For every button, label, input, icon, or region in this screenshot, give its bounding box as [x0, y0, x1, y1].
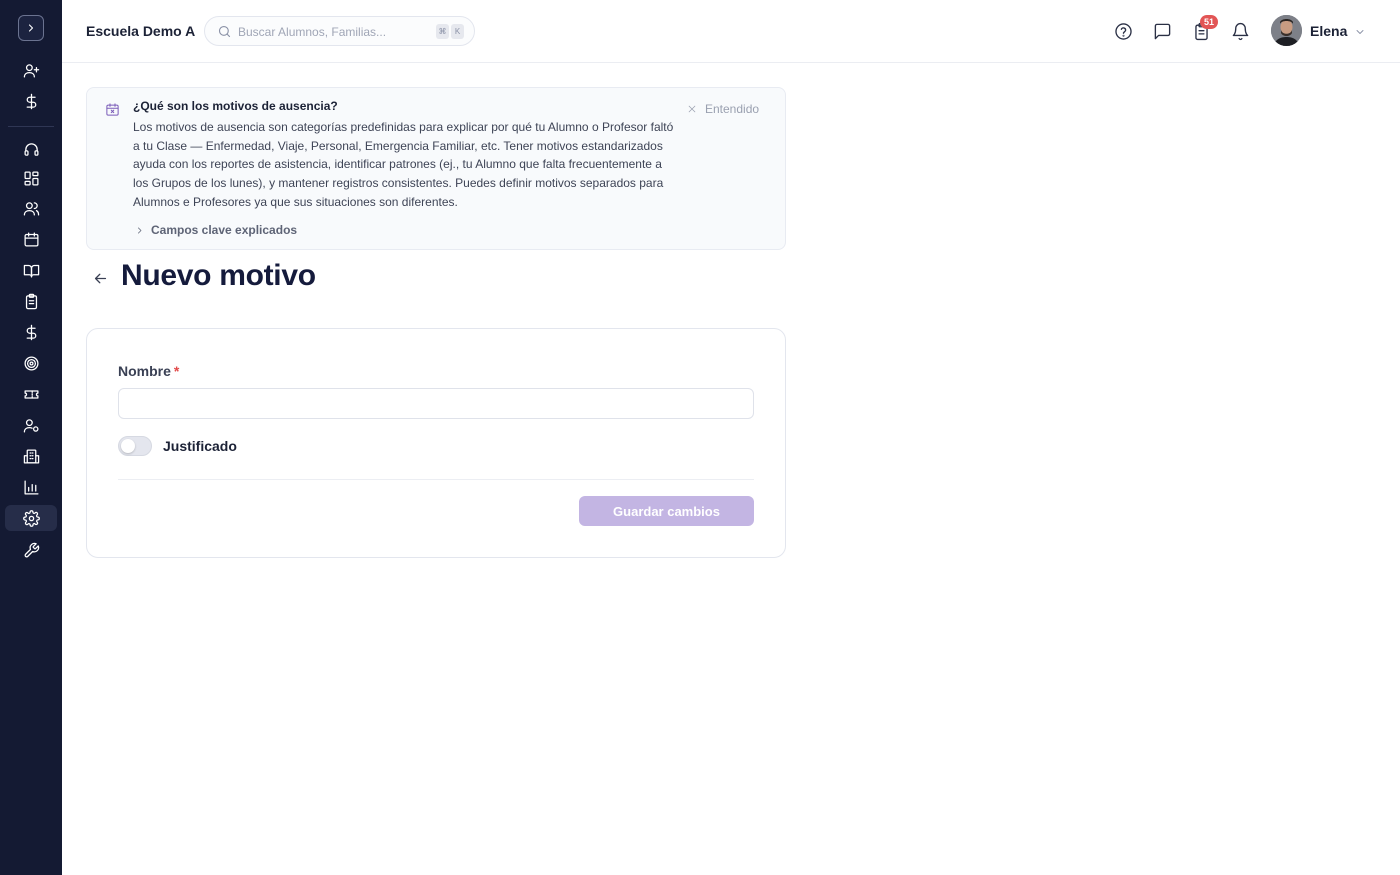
dismiss-banner-button[interactable]: Entendido [687, 102, 759, 116]
expander-label: Campos clave explicados [151, 223, 298, 237]
messages-button[interactable] [1151, 20, 1173, 42]
users-icon [23, 201, 39, 216]
sidebar-item-reports[interactable] [5, 474, 57, 500]
ticket-icon [23, 389, 39, 399]
user-plus-icon [23, 63, 39, 78]
key-fields-expander[interactable]: Campos clave explicados [135, 223, 297, 237]
justified-toggle[interactable] [118, 436, 152, 456]
sidebar-item-courses[interactable] [5, 257, 57, 283]
user-name[interactable]: Elena [1310, 23, 1347, 39]
chevron-right-icon [138, 227, 142, 233]
sidebar-item-users[interactable] [5, 195, 57, 221]
dismiss-label: Entendido [705, 102, 760, 116]
sidebar-item-tickets[interactable] [5, 381, 57, 407]
save-changes-button[interactable]: Guardar cambios [579, 496, 754, 526]
sidebar-item-tools[interactable] [5, 537, 57, 563]
back-button[interactable] [92, 270, 110, 288]
calendar-icon [23, 231, 39, 247]
toggle-knob [121, 439, 135, 453]
user-menu-chevron-icon[interactable] [1354, 25, 1366, 37]
bar-chart-icon [23, 479, 39, 495]
sidebar-item-locations[interactable] [5, 443, 57, 469]
message-square-icon [1154, 23, 1170, 39]
required-marker: * [173, 363, 180, 379]
banner-title: ¿Qué son los motivos de ausencia? [133, 99, 338, 113]
page-title: Nuevo motivo [121, 259, 316, 292]
sidebar-item-add-user[interactable] [5, 57, 57, 83]
dashboard-icon [23, 170, 39, 186]
search-input[interactable] [238, 23, 428, 41]
banner-text: Los motivos de ausencia son categorías p… [133, 120, 674, 209]
target-icon [23, 355, 39, 371]
chevron-right-icon [28, 24, 34, 32]
sidebar-item-dashboard[interactable] [5, 165, 57, 191]
book-icon [23, 264, 39, 278]
name-label-text: Nombre [118, 363, 171, 379]
clipboard-icon [25, 293, 37, 309]
headset-icon [23, 142, 39, 156]
sidebar-item-support[interactable] [5, 136, 57, 162]
sidebar-expand-button[interactable] [18, 15, 44, 41]
sidebar-item-attendance[interactable] [5, 288, 57, 314]
shortcut-key-k: K [451, 24, 464, 39]
help-circle-icon [1114, 22, 1132, 40]
sidebar-item-goals[interactable] [5, 350, 57, 376]
school-name[interactable]: Escuela Demo A [86, 23, 195, 39]
name-input[interactable] [118, 388, 754, 419]
sidebar-item-staff[interactable] [5, 412, 57, 438]
info-banner: ¿Qué son los motivos de ausencia? Los mo… [86, 87, 786, 250]
tasks-count-badge: 51 [1200, 15, 1218, 29]
wrench-icon [24, 542, 39, 557]
notifications-button[interactable] [1229, 20, 1251, 42]
close-icon [688, 105, 696, 113]
name-field-label: Nombre * [118, 363, 179, 379]
global-search[interactable]: ⌘ K [204, 16, 475, 46]
building-icon [23, 448, 39, 464]
help-button[interactable] [1112, 20, 1134, 42]
sidebar-item-billing[interactable] [5, 319, 57, 345]
user-avatar[interactable] [1271, 15, 1302, 46]
settings-icon [22, 509, 40, 527]
sidebar-item-payments-quick[interactable] [5, 88, 57, 114]
form-divider [118, 479, 754, 480]
search-icon [217, 24, 232, 39]
dollar-icon [26, 324, 36, 340]
justified-label: Justificado [163, 438, 237, 454]
dollar-icon [26, 93, 36, 109]
sidebar-item-settings[interactable] [5, 505, 57, 531]
user-settings-icon [23, 418, 39, 433]
sidebar [0, 0, 62, 875]
sidebar-item-calendar[interactable] [5, 226, 57, 252]
arrow-left-icon [94, 273, 107, 284]
reason-form-card: Nombre * Justificado Guardar cambios [86, 328, 786, 558]
shortcut-key-cmd: ⌘ [436, 24, 449, 39]
bell-icon [1232, 22, 1248, 40]
sidebar-divider [8, 126, 54, 127]
calendar-x-icon [105, 102, 120, 117]
